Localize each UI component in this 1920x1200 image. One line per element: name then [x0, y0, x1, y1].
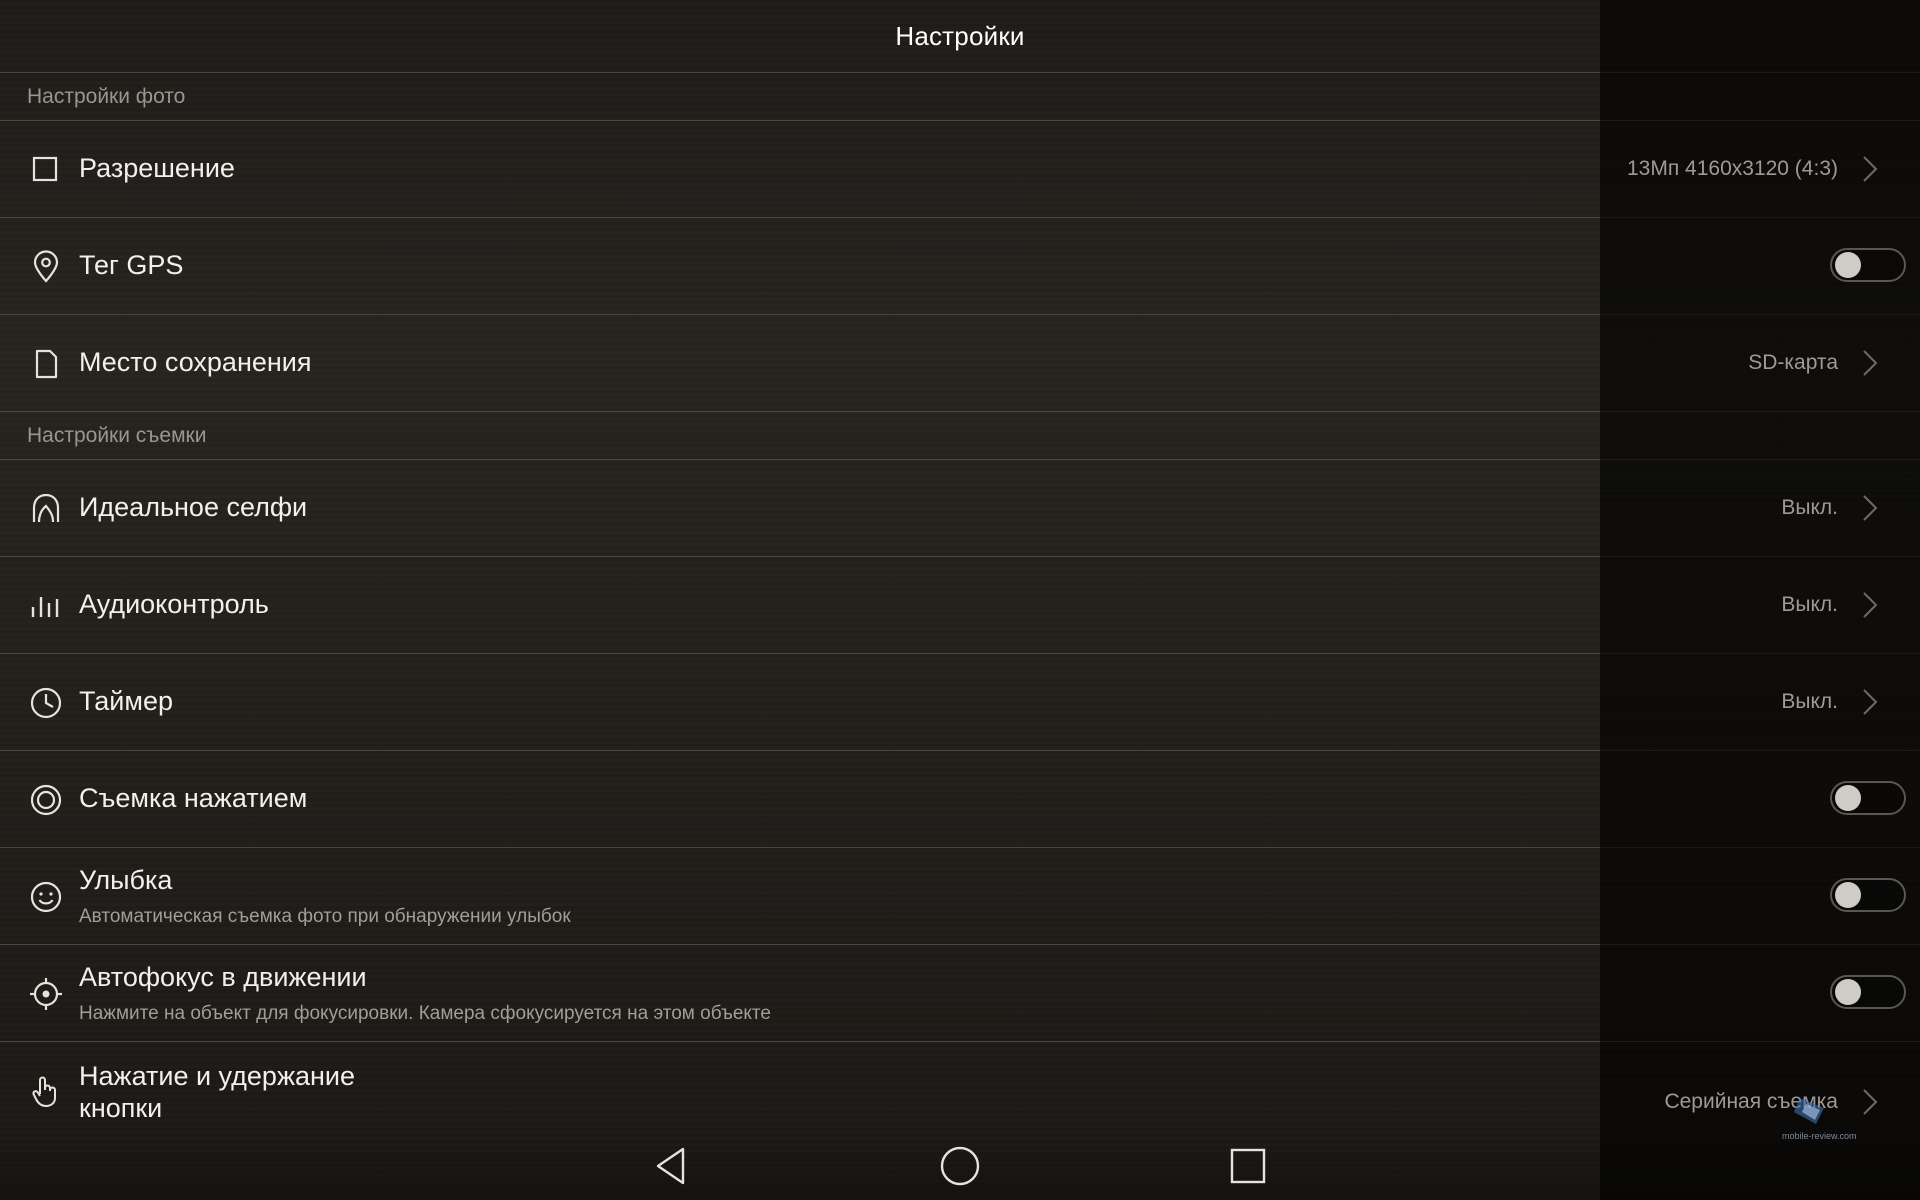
back-button[interactable] — [650, 1144, 694, 1188]
touch-capture-label: Съемка нажатием — [79, 783, 308, 813]
perfect-selfie-label: Идеальное селфи — [79, 492, 308, 522]
recents-button[interactable] — [1226, 1144, 1270, 1188]
hand-press-icon — [28, 1073, 64, 1109]
resolution-label: Разрешение — [79, 153, 235, 183]
home-circle-icon — [940, 1146, 980, 1186]
back-triangle-icon — [656, 1147, 685, 1185]
gps-tag-toggle[interactable] — [1830, 248, 1906, 282]
chevron-right-icon — [1860, 589, 1880, 621]
press-hold-label: Нажатие и удержание кнопки — [79, 1061, 356, 1123]
settings-row-motion-autofocus[interactable]: Автофокус в движении Нажмите на объект д… — [0, 945, 1920, 1042]
section-header-shooting: Настройки съемки — [0, 412, 1920, 460]
settings-row-press-hold[interactable]: Нажатие и удержание кнопки Серийная съем… — [0, 1042, 1920, 1139]
settings-row-audio-control[interactable]: Аудиоконтроль Выкл. — [0, 557, 1920, 654]
settings-row-perfect-selfie[interactable]: Идеальное селфи Выкл. — [0, 460, 1920, 557]
audio-bars-icon — [28, 588, 64, 624]
resolution-square-icon — [28, 152, 64, 188]
touch-shutter-icon — [28, 782, 64, 818]
timer-label: Таймер — [79, 686, 173, 716]
touch-capture-toggle[interactable] — [1830, 781, 1906, 815]
face-outline-icon — [28, 491, 64, 527]
section-title-photo: Настройки фото — [27, 85, 186, 108]
settings-row-smile[interactable]: Улыбка Автоматическая съемка фото при об… — [0, 848, 1920, 945]
chevron-right-icon — [1860, 153, 1880, 185]
settings-row-timer[interactable]: Таймер Выкл. — [0, 654, 1920, 751]
sd-card-icon — [28, 346, 64, 382]
focus-target-icon — [28, 976, 64, 1012]
smile-icon — [28, 879, 64, 915]
settings-row-storage-location[interactable]: Место сохранения SD-карта — [0, 315, 1920, 412]
section-header-photo: Настройки фото — [0, 73, 1920, 121]
motion-autofocus-toggle[interactable] — [1830, 975, 1906, 1009]
page-title: Настройки — [895, 20, 1025, 51]
recents-square-icon — [1230, 1148, 1266, 1184]
toggle-knob — [1835, 882, 1861, 908]
chevron-right-icon — [1860, 686, 1880, 718]
watermark-text: mobile-review.com — [1782, 1131, 1857, 1141]
chevron-right-icon — [1860, 1086, 1880, 1118]
motion-autofocus-label: Автофокус в движении — [79, 962, 367, 992]
chevron-right-icon — [1860, 347, 1880, 379]
location-pin-icon — [28, 249, 64, 285]
timer-value: Выкл. — [1781, 690, 1838, 713]
smile-description: Автоматическая съемка фото при обнаружен… — [79, 906, 571, 927]
chevron-right-icon — [1860, 492, 1880, 524]
gps-tag-label: Тег GPS — [79, 250, 184, 280]
smile-label: Улыбка — [79, 865, 173, 895]
home-button[interactable] — [938, 1144, 982, 1188]
settings-row-touch-capture[interactable]: Съемка нажатием — [0, 751, 1920, 848]
toggle-knob — [1835, 979, 1861, 1005]
settings-screen: Настройки Настройки фото Разрешение 13Мп… — [0, 0, 1920, 1200]
audio-control-value: Выкл. — [1781, 593, 1838, 616]
perfect-selfie-value: Выкл. — [1781, 496, 1838, 519]
toggle-knob — [1835, 785, 1861, 811]
smile-toggle[interactable] — [1830, 878, 1906, 912]
storage-location-label: Место сохранения — [79, 347, 312, 377]
settings-row-gps-tag[interactable]: Тег GPS — [0, 218, 1920, 315]
toggle-knob — [1835, 252, 1861, 278]
resolution-value: 13Мп 4160x3120 (4:3) — [1626, 157, 1838, 180]
settings-row-resolution[interactable]: Разрешение 13Мп 4160x3120 (4:3) — [0, 121, 1920, 218]
title-bar: Настройки — [0, 0, 1920, 73]
storage-location-value: SD-карта — [1748, 351, 1838, 374]
section-title-shooting: Настройки съемки — [27, 424, 207, 447]
motion-autofocus-description: Нажмите на объект для фокусировки. Камер… — [79, 1003, 771, 1024]
clock-icon — [28, 685, 64, 721]
audio-control-label: Аудиоконтроль — [79, 589, 269, 619]
